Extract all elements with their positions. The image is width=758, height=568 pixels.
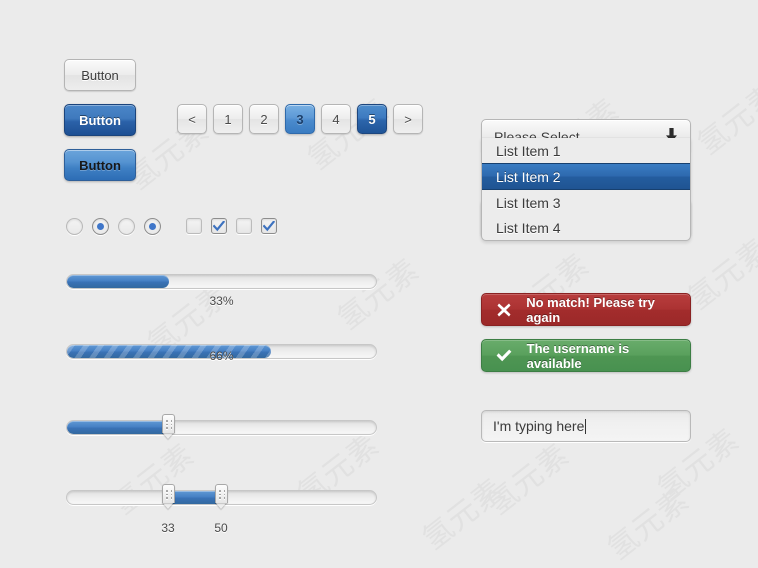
radio-dot-icon [149,223,156,230]
pagination-page-4[interactable]: 4 [321,104,351,134]
slider-range-low-label: 33 [161,521,175,535]
slider-range-fill [168,491,222,504]
button-primary-label: Button [79,112,121,128]
slider-handle-body [162,414,175,433]
list-item[interactable]: List Item 1 [482,138,690,163]
alert-success-message: The username is available [526,340,630,371]
pagination-page-2[interactable]: 2 [249,104,279,134]
radio-dot-icon [97,223,104,230]
list-item-label: List Item 4 [496,219,561,236]
button-primary[interactable]: Button [64,104,136,136]
progress-bar-1-label: 33% [209,294,234,308]
slider-range[interactable]: 33 50 [66,484,377,535]
slider-handle-body [162,484,175,503]
radio-group [66,218,161,235]
text-input[interactable]: I'm typing here [481,410,691,442]
slider-single[interactable] [66,414,377,439]
list-item-selected[interactable]: List Item 2 [482,163,690,190]
pagination-next-label: > [404,111,412,127]
pagination-page-label: 1 [224,111,232,127]
button-secondary-label: Button [79,157,121,173]
list-item-label: List Item 3 [496,194,561,211]
list-item[interactable]: List Item 4 [482,215,690,240]
slider-single-track[interactable] [66,420,377,435]
button-secondary[interactable]: Button [64,149,136,181]
radio-button-4[interactable] [144,218,161,235]
pagination-page-label: 2 [260,111,268,127]
pagination-page-1[interactable]: 1 [213,104,243,134]
progress-bar-1 [66,274,377,289]
check-icon [263,220,275,231]
radio-button-3[interactable] [118,218,135,235]
checkbox-2[interactable] [211,218,227,234]
slider-single-fill [67,421,169,434]
slider-handle-grip-icon [166,490,173,499]
cross-icon [496,303,512,317]
slider-handle-grip-icon [219,490,226,499]
slider-range-handle-high[interactable] [215,484,228,510]
checkbox-3[interactable] [236,218,252,234]
pagination-page-5[interactable]: 5 [357,104,387,134]
text-cursor [585,418,587,434]
checkbox-1[interactable] [186,218,202,234]
progress-bar-1-fill [67,275,169,288]
progress-bar-2-label: 66% [209,349,234,363]
pagination-page-label: 3 [296,111,304,127]
checkbox-4[interactable] [261,218,277,234]
list-item[interactable]: List Item 3 [482,190,690,215]
alert-error: No match! Please try again [481,293,691,326]
check-icon [496,349,513,363]
slider-range-high-label: 50 [214,521,228,535]
check-icon [213,220,225,231]
slider-range-handle-low[interactable] [162,484,175,510]
slider-handle-tip [215,502,227,509]
slider-handle-tip [162,502,174,509]
radio-button-1[interactable] [66,218,83,235]
alert-error-message: No match! Please try again [526,294,655,325]
pagination-page-label: 4 [332,111,340,127]
pagination-page-label: 5 [368,111,376,127]
pagination-next-button[interactable]: > [393,104,423,134]
pagination-page-3[interactable]: 3 [285,104,315,134]
text-input-value: I'm typing here [493,418,585,434]
pagination-prev-label: < [188,111,196,127]
slider-handle-grip-icon [166,420,173,429]
button-plain-label: Button [81,67,119,83]
select-open-listbox: List Item 1 List Item 2 List Item 3 List… [481,138,691,241]
slider-handle-tip [162,432,174,439]
radio-button-2[interactable] [92,218,109,235]
list-item-label: List Item 2 [496,168,561,185]
slider-single-handle[interactable] [162,414,175,440]
checkbox-group [186,218,277,234]
button-plain[interactable]: Button [64,59,136,91]
alert-success: The username is available [481,339,691,372]
pagination-prev-button[interactable]: < [177,104,207,134]
pagination: < 1 2 3 4 5 > [177,104,423,134]
slider-handle-body [215,484,228,503]
list-item-label: List Item 1 [496,142,561,159]
